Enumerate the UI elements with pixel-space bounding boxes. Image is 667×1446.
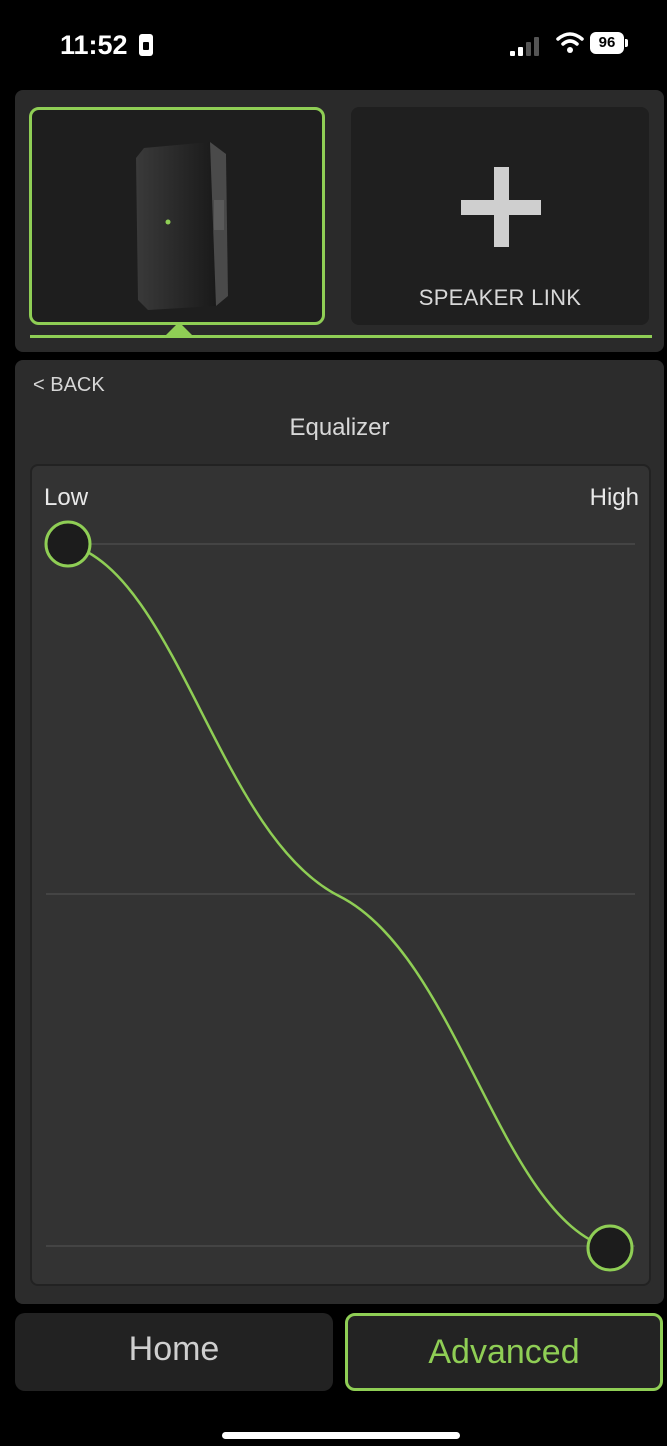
selection-indicator-line <box>30 335 652 338</box>
home-indicator <box>222 1432 460 1439</box>
tab-home[interactable]: Home <box>15 1313 333 1391</box>
low-handle[interactable] <box>44 520 92 568</box>
high-handle[interactable] <box>586 1224 634 1272</box>
wifi-icon <box>556 32 584 53</box>
eq-curve-area[interactable]: Low High <box>30 464 651 1286</box>
cellular-signal-icon <box>510 34 544 56</box>
clock-time: 11:52 <box>60 30 128 60</box>
speaker-device-card[interactable] <box>29 107 325 325</box>
high-label: High <box>589 484 639 511</box>
back-button[interactable]: < BACK <box>33 374 105 397</box>
id-card-icon <box>139 34 153 56</box>
speaker-link-card[interactable]: SPEAKER LINK <box>351 107 649 325</box>
battery-icon: 96 <box>590 32 628 54</box>
tab-advanced[interactable]: Advanced <box>345 1313 663 1391</box>
status-bar: 11:52 96 <box>0 0 667 88</box>
selection-indicator-arrow <box>165 322 193 336</box>
eq-curve <box>67 542 611 1250</box>
equalizer-panel: < BACK Equalizer Low High <box>15 360 664 1304</box>
bottom-tab-bar: Home Advanced <box>15 1313 664 1393</box>
speaker-link-label: SPEAKER LINK <box>418 285 582 310</box>
device-panel: SPEAKER LINK <box>15 90 664 352</box>
speaker-image <box>136 142 228 310</box>
low-label: Low <box>44 484 89 511</box>
equalizer-title: Equalizer <box>289 414 390 441</box>
plus-icon <box>461 167 541 247</box>
eq-curve-graph <box>44 520 635 1272</box>
